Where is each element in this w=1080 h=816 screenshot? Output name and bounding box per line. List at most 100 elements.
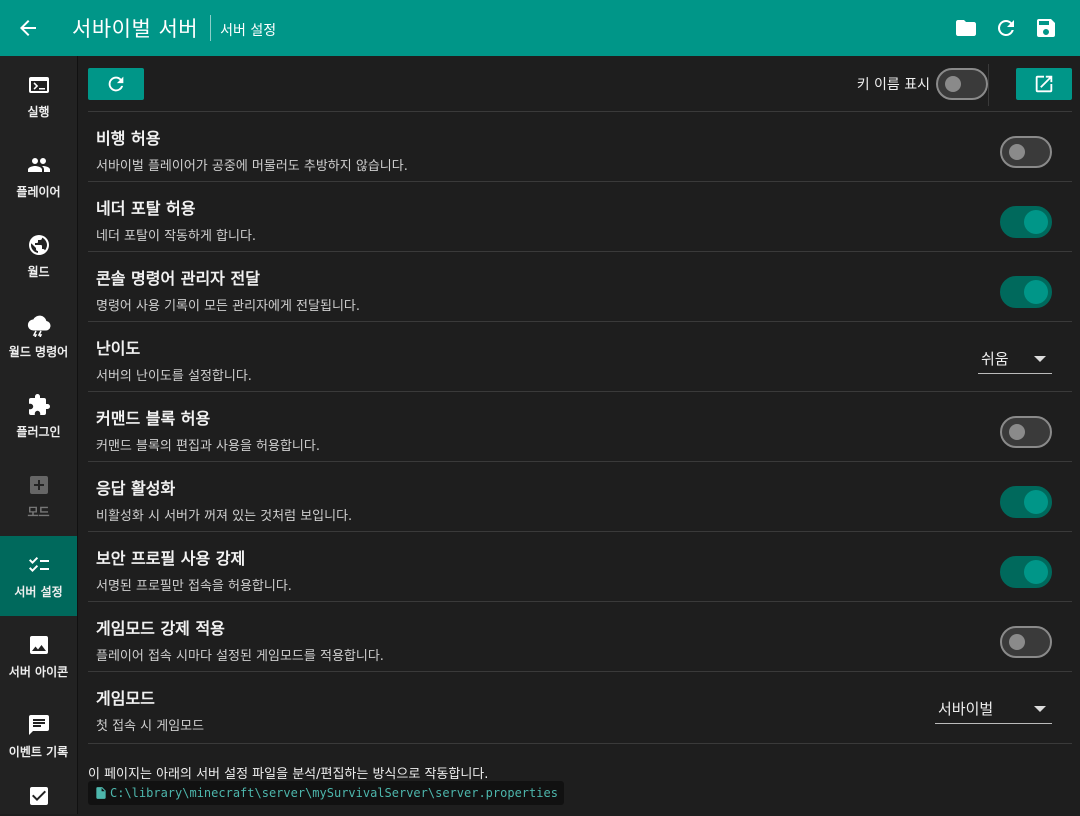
- properties-path[interactable]: C:\library\minecraft\server\mySurvivalSe…: [88, 781, 564, 805]
- setting-description: 커맨드 블록의 편집과 사용을 허용합니다.: [96, 439, 320, 454]
- globe-icon: [28, 234, 49, 255]
- checklist-icon: [28, 556, 49, 572]
- refresh-icon: [108, 76, 124, 92]
- setting-description: 서바이벌 플레이어가 공중에 머물러도 추방하지 않습니다.: [96, 159, 408, 174]
- allow-flight-switch[interactable]: [1000, 136, 1052, 168]
- setting-enable-status: 응답 활성화 비활성화 시 서버가 꺼져 있는 것처럼 보입니다.: [88, 461, 1072, 531]
- dropdown-arrow-icon: [1034, 355, 1046, 362]
- image-icon: [29, 635, 48, 654]
- setting-broadcast-console: 콘솔 명령어 관리자 전달 명령어 사용 기록이 모든 관리자에게 전달됩니다.: [88, 251, 1072, 321]
- allow-nether-switch[interactable]: [1000, 206, 1052, 238]
- switch-knob: [1009, 634, 1025, 650]
- sidebar-item-server-settings[interactable]: 서버 설정: [0, 536, 77, 616]
- reload-button[interactable]: [986, 8, 1026, 48]
- setting-secure-profile: 보안 프로필 사용 강제 서명된 프로필만 접속을 허용합니다.: [88, 531, 1072, 601]
- select-value: 쉬움: [981, 350, 1009, 368]
- people-icon: [27, 157, 50, 172]
- key-name-switch[interactable]: [936, 68, 988, 100]
- setting-description: 네더 포탈이 작동하게 합니다.: [96, 229, 257, 244]
- setting-difficulty: 난이도 서버의 난이도를 설정합니다. 쉬움: [88, 321, 1072, 391]
- switch-knob: [1009, 424, 1025, 440]
- switch-knob: [1024, 490, 1048, 514]
- sidebar-item-label: 플러그인: [16, 424, 61, 439]
- sidebar-item-plugins[interactable]: 플러그인: [0, 376, 77, 456]
- sidebar-item-run[interactable]: 실행: [0, 56, 77, 136]
- settings-panel: 키 이름 표시 비행 허용 서바이벌 플레이어가 공중에 머물러도 추방하지 않…: [80, 56, 1080, 814]
- sidebar-item-label: 모드: [27, 504, 50, 519]
- switch-knob: [1024, 280, 1048, 304]
- difficulty-select[interactable]: 쉬움: [978, 344, 1052, 374]
- key-name-label: 키 이름 표시: [856, 77, 930, 93]
- refresh-settings-button[interactable]: [88, 68, 144, 100]
- sidebar-item-world-commands[interactable]: 월드 명령어: [0, 296, 77, 376]
- setting-title: 네더 포탈 허용: [96, 199, 196, 218]
- save-icon: [1037, 19, 1055, 37]
- sidebar-item-server-icon[interactable]: 서버 아이콘: [0, 616, 77, 696]
- sidebar-item-label: 플레이어: [16, 184, 61, 199]
- folder-icon: [956, 20, 976, 36]
- sidebar-item-label: 서버 아이콘: [8, 664, 69, 679]
- switch-knob: [1009, 144, 1025, 160]
- file-icon: [96, 787, 106, 799]
- back-button[interactable]: [0, 0, 56, 56]
- sidebar-item-label: 월드 명령어: [8, 344, 69, 359]
- setting-description: 비활성화 시 서버가 꺼져 있는 것처럼 보입니다.: [96, 509, 353, 524]
- broadcast-console-switch[interactable]: [1000, 276, 1052, 308]
- settings-toolbar: 키 이름 표시: [88, 64, 1072, 106]
- force-gamemode-switch[interactable]: [1000, 626, 1052, 658]
- switch-knob: [1024, 210, 1048, 234]
- open-in-new-icon: [1035, 75, 1053, 93]
- setting-title: 비행 허용: [96, 129, 161, 148]
- refresh-icon: [998, 20, 1014, 36]
- sidebar-item-label: 월드: [27, 264, 50, 279]
- setting-allow-nether: 네더 포탈 허용 네더 포탈이 작동하게 합니다.: [88, 181, 1072, 251]
- sidebar: 실행 플레이어 월드 월드 명령어 플러그인 모드 서버 설정 서버 아이콘 이…: [0, 56, 78, 814]
- setting-gamemode: 게임모드 첫 접속 시 게임모드 서바이벌: [88, 671, 1072, 744]
- sidebar-item-label: 이벤트 기록: [8, 744, 69, 759]
- storm-cloud-icon: [27, 315, 51, 337]
- setting-description: 서명된 프로필만 접속을 허용합니다.: [96, 579, 292, 594]
- switch-knob: [945, 76, 961, 92]
- footer-note: 이 페이지는 아래의 서버 설정 파일을 분석/편집하는 방식으로 작동합니다.: [88, 767, 489, 782]
- command-block-switch[interactable]: [1000, 416, 1052, 448]
- sidebar-item-event-log[interactable]: 이벤트 기록: [0, 696, 77, 776]
- terminal-icon: [28, 76, 49, 93]
- save-button[interactable]: [1026, 8, 1066, 48]
- page-subtitle: 서버 설정: [220, 23, 277, 39]
- setting-force-gamemode: 게임모드 강제 적용 플레이어 접속 시마다 설정된 게임모드를 적용합니다.: [88, 601, 1072, 671]
- dropdown-arrow-icon: [1034, 705, 1046, 712]
- switch-knob: [1024, 560, 1048, 584]
- setting-title: 게임모드 강제 적용: [96, 619, 225, 638]
- key-name-toggle-group: 키 이름 표시: [857, 68, 988, 100]
- sidebar-item-label: 실행: [27, 104, 50, 119]
- secure-profile-switch[interactable]: [1000, 556, 1052, 588]
- setting-title: 보안 프로필 사용 강제: [96, 549, 246, 568]
- setting-title: 콘솔 명령어 관리자 전달: [96, 269, 260, 288]
- sidebar-item-players[interactable]: 플레이어: [0, 136, 77, 216]
- puzzle-icon: [28, 393, 50, 415]
- enable-status-switch[interactable]: [1000, 486, 1052, 518]
- setting-description: 서버의 난이도를 설정합니다.: [96, 369, 252, 384]
- gamemode-select[interactable]: 서바이벌: [935, 694, 1052, 724]
- setting-title: 커맨드 블록 허용: [96, 409, 211, 428]
- sidebar-item-world[interactable]: 월드: [0, 216, 77, 296]
- open-folder-button[interactable]: [946, 8, 986, 48]
- open-external-button[interactable]: [1016, 68, 1072, 100]
- back-arrow-icon: [20, 20, 36, 36]
- setting-allow-flight: 비행 허용 서바이벌 플레이어가 공중에 머물러도 추방하지 않습니다.: [88, 111, 1072, 181]
- setting-description: 플레이어 접속 시마다 설정된 게임모드를 적용합니다.: [96, 649, 384, 664]
- setting-title: 게임모드: [96, 689, 155, 708]
- plus-box-icon: [29, 475, 48, 494]
- toolbar-divider: [988, 64, 989, 106]
- setting-description: 첫 접속 시 게임모드: [96, 719, 205, 734]
- checkbox-icon: [29, 787, 48, 805]
- setting-title: 응답 활성화: [96, 479, 176, 498]
- setting-title: 난이도: [96, 339, 141, 358]
- page-title: 서바이벌 서버: [72, 17, 199, 41]
- properties-path-text: C:\library\minecraft\server\mySurvivalSe…: [110, 786, 558, 800]
- sidebar-item-more[interactable]: [0, 776, 77, 816]
- sidebar-item-label: 서버 설정: [14, 584, 63, 599]
- sidebar-item-mods[interactable]: 모드: [0, 456, 77, 536]
- setting-command-block: 커맨드 블록 허용 커맨드 블록의 편집과 사용을 허용합니다.: [88, 391, 1072, 461]
- title-divider: [210, 15, 212, 41]
